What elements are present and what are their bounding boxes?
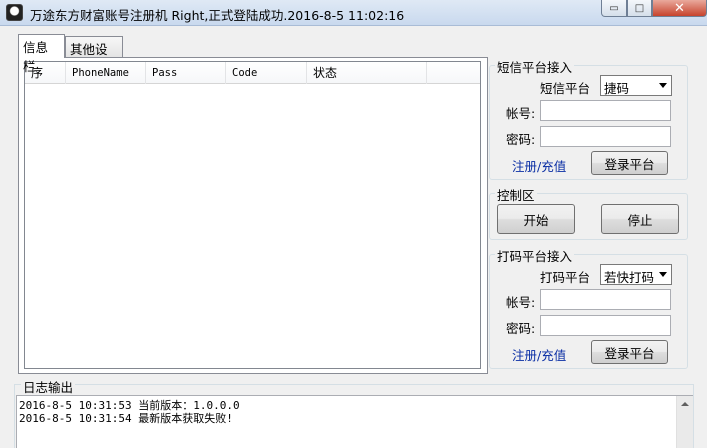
- captcha-password-input[interactable]: [540, 315, 671, 336]
- list-header: 序 PhoneName Pass Code 状态: [25, 62, 480, 84]
- scroll-up-icon[interactable]: [677, 396, 693, 412]
- captcha-platform-label: 打码平台: [540, 270, 591, 285]
- minimize-button[interactable]: ▭: [601, 0, 627, 17]
- control-title: 控制区: [495, 185, 537, 204]
- account-list[interactable]: 序 PhoneName Pass Code 状态: [24, 61, 481, 369]
- sms-account-input[interactable]: [540, 100, 671, 121]
- column-header-code[interactable]: Code: [226, 62, 307, 84]
- chevron-down-icon: [659, 83, 667, 88]
- maximize-button[interactable]: □: [627, 0, 652, 17]
- app-icon: [6, 4, 23, 21]
- sms-platform-title: 短信平台接入: [495, 57, 575, 76]
- sms-platform-value: 捷码: [604, 81, 630, 96]
- stop-button[interactable]: 停止: [601, 204, 679, 234]
- sms-platform-select[interactable]: 捷码: [600, 75, 672, 96]
- captcha-account-input[interactable]: [540, 289, 671, 310]
- chevron-down-icon: [659, 272, 667, 277]
- sms-platform-label: 短信平台: [540, 81, 591, 96]
- captcha-account-label: 帐号:: [506, 295, 536, 310]
- title-bar: 万途东方财富账号注册机 Right,正式登陆成功.2016-8-5 11:02:…: [0, 0, 707, 26]
- log-title: 日志输出: [21, 377, 76, 396]
- sms-login-button[interactable]: 登录平台: [591, 151, 668, 175]
- log-line: 2016-8-5 10:31:54 最新版本获取失败!: [19, 412, 233, 425]
- close-button[interactable]: ✕: [652, 0, 707, 17]
- captcha-login-button[interactable]: 登录平台: [591, 340, 668, 364]
- tab-info[interactable]: 信息栏: [18, 34, 65, 74]
- column-header-pass[interactable]: Pass: [146, 62, 226, 84]
- sms-password-label: 密码:: [506, 132, 536, 147]
- window-title: 万途东方财富账号注册机 Right,正式登陆成功.2016-8-5 11:02:…: [30, 8, 405, 23]
- column-header-status[interactable]: 状态: [307, 62, 427, 84]
- captcha-platform-select[interactable]: 若快打码: [600, 264, 672, 285]
- column-header-phonename[interactable]: PhoneName: [66, 62, 146, 84]
- sms-register-link[interactable]: 注册/充值: [512, 156, 566, 175]
- log-output[interactable]: 2016-8-5 10:31:53 当前版本：1.0.0.0 2016-8-5 …: [16, 395, 693, 448]
- log-scrollbar[interactable]: [676, 396, 693, 448]
- tab-other-settings[interactable]: 其他设置: [65, 36, 123, 76]
- captcha-register-link[interactable]: 注册/充值: [512, 345, 566, 364]
- captcha-password-label: 密码:: [506, 321, 536, 336]
- sms-password-input[interactable]: [540, 126, 671, 147]
- start-button[interactable]: 开始: [497, 204, 575, 234]
- captcha-platform-value: 若快打码: [604, 270, 655, 285]
- sms-account-label: 帐号:: [506, 106, 536, 121]
- captcha-platform-title: 打码平台接入: [495, 246, 575, 265]
